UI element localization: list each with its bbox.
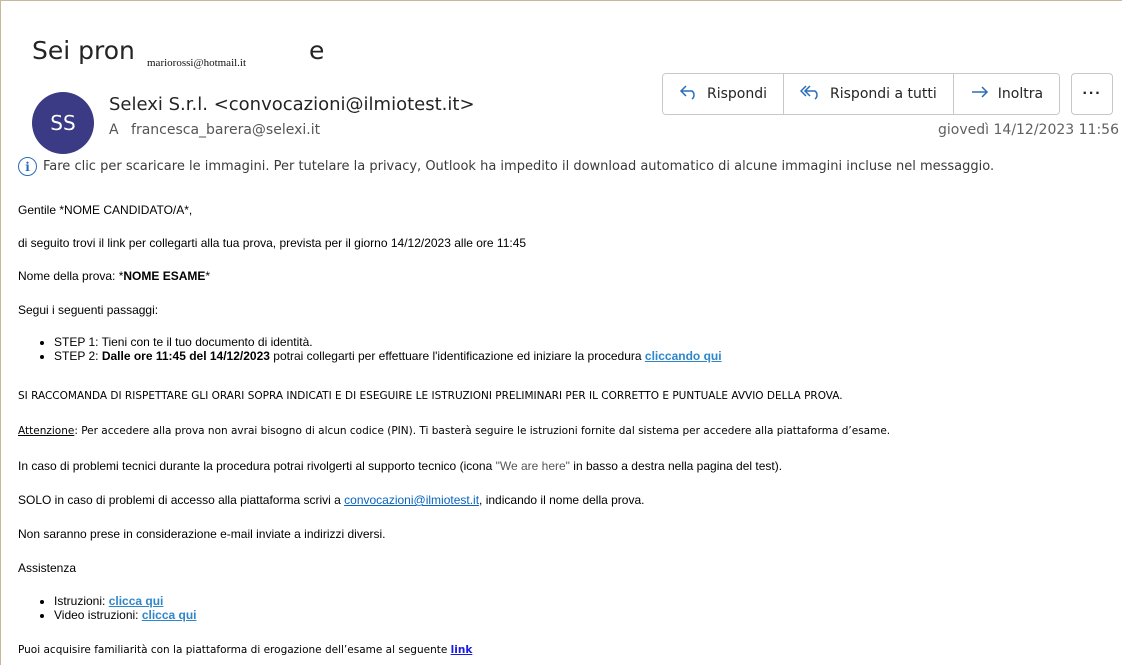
attention-line: Attenzione: Per accedere alla prova non … <box>18 425 890 437</box>
recommendation-text: SI RACCOMANDA DI RISPETTARE GLI ORARI SO… <box>18 390 843 402</box>
step2-time: Dalle ore 11:45 del 14/12/2023 <box>101 349 270 363</box>
step-1: STEP 1: Tieni con te il tuo documento di… <box>54 335 722 349</box>
overlay-email-text: mariorossi@hotmail.it <box>143 56 251 70</box>
step2-prefix: STEP 2: <box>54 349 102 363</box>
access-problem-line: SOLO in caso di problemi di accesso alla… <box>18 493 644 507</box>
assistance-list: Istruzioni: clicca qui Video istruzioni:… <box>18 594 197 622</box>
message-actions: Rispondi Rispondi a tutti Inoltra ··· <box>662 73 1114 115</box>
instructions-link[interactable]: clicca qui <box>109 594 164 608</box>
exam-label: Nome della prova: * <box>18 269 124 283</box>
intro-text: di seguito trovi il link per collegarti … <box>18 236 527 250</box>
platform-link[interactable]: link <box>451 644 473 656</box>
reply-all-label: Rispondi a tutti <box>830 86 937 102</box>
reply-label: Rispondi <box>707 86 768 102</box>
video-instructions-label: Video istruzioni: <box>54 608 142 622</box>
sender-avatar: SS <box>32 92 94 154</box>
sender-name[interactable]: Selexi S.r.l. <convocazioni@ilmiotest.it… <box>109 94 475 115</box>
solo-text-a: SOLO in caso di problemi di accesso alla… <box>18 493 345 507</box>
email-subject-end: e <box>309 36 325 65</box>
familiarity-line: Puoi acquisire familiarità con la piatta… <box>18 644 472 656</box>
procedure-link[interactable]: cliccando qui <box>645 349 722 363</box>
image-download-infobar[interactable]: i Fare clic per scaricare le immagini. P… <box>18 157 994 176</box>
attention-label: Attenzione <box>18 425 75 437</box>
we-are-here-label: "We are here" <box>495 459 570 473</box>
solo-text-b: , indicando il nome della prova. <box>479 493 645 507</box>
instructions-item: Istruzioni: clicca qui <box>54 594 197 608</box>
familiarity-text: Puoi acquisire familiarità con la piatta… <box>18 644 451 656</box>
reply-button[interactable]: Rispondi <box>663 74 785 114</box>
forward-arrow-icon <box>970 84 990 104</box>
infobar-text: Fare clic per scaricare le immagini. Per… <box>43 159 995 174</box>
forward-button[interactable]: Inoltra <box>953 74 1060 114</box>
support-text-b: in basso a destra nella pagina del test)… <box>569 459 783 473</box>
steps-list: STEP 1: Tieni con te il tuo documento di… <box>18 335 722 363</box>
email-subject-start: Sei pron <box>32 36 135 65</box>
video-instructions-link[interactable]: clicca qui <box>142 608 197 622</box>
exam-name-line: Nome della prova: *NOME ESAME* <box>18 269 210 283</box>
support-line: In caso di problemi tecnici durante la p… <box>18 459 782 473</box>
to-label: A <box>109 122 119 138</box>
greeting: Gentile *NOME CANDIDATO/A*, <box>18 203 193 217</box>
recipient-line: A francesca_barera@selexi.it <box>109 122 320 138</box>
recipient-address[interactable]: francesca_barera@selexi.it <box>131 122 320 138</box>
step2-text: potrai collegarti per effettuare l'ident… <box>269 349 645 363</box>
more-actions-button[interactable]: ··· <box>1071 73 1114 115</box>
reply-all-icon <box>799 84 822 104</box>
forward-label: Inoltra <box>997 86 1044 102</box>
steps-intro: Segui i seguenti passaggi: <box>18 303 159 317</box>
message-date: giovedì 14/12/2023 11:56 <box>938 122 1119 138</box>
assistance-heading: Assistenza <box>18 561 77 575</box>
video-instructions-item: Video istruzioni: clicca qui <box>54 608 197 622</box>
support-text-a: In caso di problemi tecnici durante la p… <box>18 459 496 473</box>
step-2: STEP 2: Dalle ore 11:45 del 14/12/2023 p… <box>54 349 722 363</box>
reply-button-group: Rispondi Rispondi a tutti Inoltra <box>662 73 1061 115</box>
reply-icon <box>679 84 699 104</box>
exam-name: NOME ESAME <box>123 269 206 283</box>
convocazioni-email-link[interactable]: convocazioni@ilmiotest.it <box>344 493 479 507</box>
no-email-notice: Non saranno prese in considerazione e-ma… <box>18 527 386 541</box>
instructions-label: Istruzioni: <box>54 594 109 608</box>
reply-all-button[interactable]: Rispondi a tutti <box>784 74 954 114</box>
attention-text: : Per accedere alla prova non avrai biso… <box>74 425 891 437</box>
exam-end: * <box>205 269 211 283</box>
more-icon: ··· <box>1082 85 1102 102</box>
info-icon: i <box>18 157 37 176</box>
